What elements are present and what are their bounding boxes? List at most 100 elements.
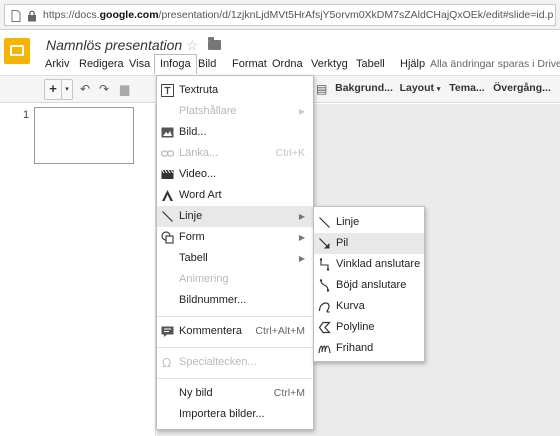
insert-menu-item-lanka: Länka... Ctrl+K: [157, 143, 313, 164]
insert-menu-item-video[interactable]: Video...: [157, 164, 313, 185]
slide-thumbnail[interactable]: [34, 107, 134, 164]
arrow-icon: [318, 237, 331, 250]
page-icon: [11, 10, 21, 22]
url-field[interactable]: https://docs.google.com/presentation/d/1…: [4, 4, 556, 26]
insert-menu-item-linje[interactable]: Linje ▶: [157, 206, 313, 227]
line-submenu-label: Böjd anslutare: [336, 279, 407, 291]
line-submenu-item-vinklad-anslutare[interactable]: Vinklad anslutare: [314, 254, 424, 275]
insert-menu-label: Linje: [179, 210, 203, 222]
insert-menu-item-textruta[interactable]: Textruta: [157, 80, 313, 101]
line-submenu-item-bojd-anslutare[interactable]: Böjd anslutare: [314, 275, 424, 296]
elbow-connector-icon: [318, 258, 331, 271]
insert-menu-label: Specialtecken...: [179, 356, 257, 368]
line-submenu-item-pil[interactable]: Pil: [314, 233, 424, 254]
layout-button[interactable]: Layout ▾: [398, 79, 442, 100]
insert-menu-item-bild[interactable]: Bild...: [157, 122, 313, 143]
save-status[interactable]: Alla ändringar sparas i Drive: [430, 58, 560, 70]
chevron-down-icon: ▾: [436, 86, 441, 93]
line-submenu-label: Polyline: [336, 321, 375, 333]
folder-icon[interactable]: [208, 37, 221, 50]
submenu-arrow-icon: ▶: [298, 233, 305, 242]
line-submenu-item-kurva[interactable]: Kurva: [314, 296, 424, 317]
submenu-arrow-icon: ▶: [298, 254, 305, 263]
line-icon: [318, 216, 331, 229]
submenu-arrow-icon: ▶: [298, 107, 305, 116]
insert-menu-label: Länka...: [179, 147, 219, 159]
menu-redigera[interactable]: Redigera: [74, 54, 129, 74]
insert-menu-item-ny-bild[interactable]: Ny bild Ctrl+M: [157, 383, 313, 404]
insert-menu-item-tabell[interactable]: Tabell ▶: [157, 248, 313, 269]
shortcut-hint: Ctrl+K: [275, 147, 305, 159]
shortcut-hint: Ctrl+M: [273, 387, 305, 399]
curved-connector-icon: [318, 279, 331, 292]
insert-menu-item-importera-bilder[interactable]: Importera bilder...: [157, 404, 313, 425]
shape-icon: [161, 231, 174, 244]
browser-address-bar: https://docs.google.com/presentation/d/1…: [0, 0, 560, 30]
omega-icon: Ω: [161, 356, 174, 370]
insert-menu-label: Bildnummer...: [179, 294, 247, 306]
undo-icon[interactable]: ↶: [80, 82, 90, 96]
textbox-icon: [161, 84, 174, 97]
shortcut-hint: Ctrl+Alt+M: [255, 325, 305, 337]
insert-menu-item-specialtecken: Ω Specialtecken...: [157, 352, 313, 373]
layout-label: Layout: [399, 82, 434, 94]
line-submenu-item-linje[interactable]: Linje: [314, 212, 424, 233]
menu-tabell[interactable]: Tabell: [351, 54, 390, 74]
background-button[interactable]: Bakgrund...: [335, 79, 393, 100]
menu-ordna[interactable]: Ordna: [267, 54, 308, 74]
insert-menu-label: Ny bild: [179, 387, 213, 399]
new-slide-button[interactable]: +: [44, 79, 62, 100]
insert-menu-item-word-art[interactable]: Word Art: [157, 185, 313, 206]
line-submenu-label: Pil: [336, 237, 349, 249]
menu-infoga[interactable]: Infoga: [154, 54, 197, 74]
insert-menu-item-platshallare: Platshållare ▶: [157, 101, 313, 122]
line-submenu-label: Kurva: [336, 300, 365, 312]
insert-menu-label: Video...: [179, 168, 217, 180]
insert-menu: Textruta Platshållare ▶ Bild... Länka... Ctrl…: [156, 75, 314, 430]
url-text: https://docs.google.com/presentation/d/1…: [43, 9, 553, 21]
insert-menu-label: Bild...: [179, 126, 207, 138]
line-submenu-item-polyline[interactable]: Polyline: [314, 317, 424, 338]
theme-button[interactable]: Tema...: [447, 79, 487, 100]
comment-icon: [161, 325, 174, 338]
insert-menu-label: Platshållare: [179, 105, 237, 117]
insert-menu-label: Textruta: [179, 84, 219, 96]
link-icon: [160, 147, 175, 160]
line-submenu-item-frihand[interactable]: Frihand: [314, 338, 424, 359]
menu-hjalp[interactable]: Hjälp: [395, 54, 430, 74]
insert-menu-item-bildnummer[interactable]: Bildnummer...: [157, 290, 313, 311]
menu-separator: [157, 316, 313, 317]
insert-menu-label: Tabell: [179, 252, 208, 264]
star-icon[interactable]: ☆: [186, 37, 199, 54]
menu-separator: [157, 378, 313, 379]
insert-menu-item-form[interactable]: Form ▶: [157, 227, 313, 248]
insert-menu-item-kommentera[interactable]: Kommentera Ctrl+Alt+M: [157, 321, 313, 342]
url-prefix: https://docs.: [43, 9, 100, 21]
slides-logo-icon[interactable]: [4, 38, 30, 64]
polyline-icon: [318, 321, 331, 334]
insert-menu-label: Form: [179, 231, 205, 243]
insert-menu-item-animering: Animering: [157, 269, 313, 290]
menu-separator: [157, 347, 313, 348]
menu-visa[interactable]: Visa: [124, 54, 155, 74]
menu-bild[interactable]: Bild: [193, 54, 221, 74]
menu-format[interactable]: Format: [227, 54, 272, 74]
lock-icon: [28, 10, 36, 22]
redo-icon[interactable]: ↷: [99, 82, 109, 96]
new-slide-layout-button[interactable]: ▾: [61, 79, 73, 100]
menu-verktyg[interactable]: Verktyg: [306, 54, 353, 74]
line-icon: [161, 210, 174, 223]
menu-arkiv[interactable]: Arkiv: [40, 54, 74, 74]
document-title[interactable]: Namnlös presentation: [46, 37, 182, 53]
transition-button[interactable]: Övergång...: [491, 79, 553, 100]
paint-format-icon[interactable]: ▆: [120, 82, 129, 96]
comment-toolbar-icon[interactable]: ▤: [316, 82, 327, 96]
insert-menu-label: Kommentera: [179, 325, 242, 337]
line-submenu-label: Vinklad anslutare: [336, 258, 421, 270]
submenu-arrow-icon: ▶: [298, 212, 305, 221]
url-suffix: /presentation/d/1zjknLjdMVt5HrAfsjY5orvm…: [158, 9, 554, 21]
insert-menu-label: Importera bilder...: [179, 408, 265, 420]
insert-menu-label: Animering: [179, 273, 229, 285]
slide-number: 1: [23, 109, 30, 121]
image-icon: [161, 126, 174, 139]
